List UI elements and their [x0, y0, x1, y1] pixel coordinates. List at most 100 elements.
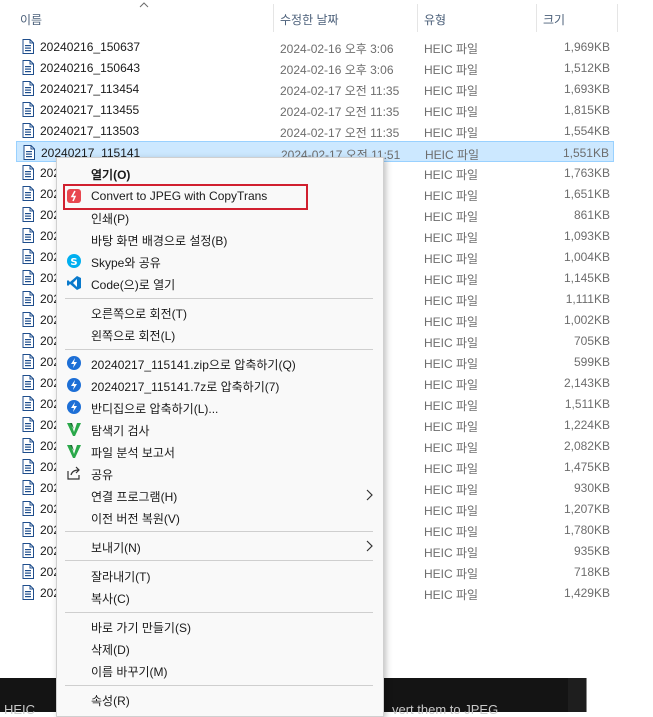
menu-item-label: 삭제(D): [91, 643, 130, 657]
column-divider[interactable]: [617, 4, 618, 32]
file-type: HEIC 파일: [424, 420, 479, 434]
menu-separator: [65, 531, 373, 532]
menu-item-label: 이전 버전 복원(V): [91, 512, 180, 526]
file-type: HEIC 파일: [424, 336, 479, 350]
background-text-left: HEIC: [4, 702, 36, 717]
file-icon: [22, 522, 34, 537]
file-icon: [22, 585, 34, 600]
menu-item-bandizip[interactable]: 반디집으로 압축하기(L)...: [57, 396, 383, 418]
file-row[interactable]: 20240217_113454 2024-02-17 오전 11:35 HEIC 파…: [16, 78, 614, 99]
chevron-right-icon: [366, 489, 373, 501]
bandizip-icon: [67, 378, 81, 392]
file-size: 1,763KB: [563, 166, 610, 180]
file-type: HEIC 파일: [424, 189, 479, 203]
file-size: 1,512KB: [563, 61, 610, 75]
menu-item-label: 파일 분석 보고서: [91, 446, 175, 460]
menu-item-open-with[interactable]: 연결 프로그램(H): [57, 484, 383, 506]
bandizip-icon: [67, 356, 81, 370]
file-date: 2024-02-17 오전 11:35: [280, 126, 400, 140]
menu-item-label: 연결 프로그램(H): [91, 490, 178, 504]
file-icon: [22, 102, 34, 117]
file-icon: [22, 438, 34, 453]
menu-item-rotate-right[interactable]: 오른쪽으로 회전(T): [57, 301, 383, 323]
file-size: 1,815KB: [563, 103, 610, 117]
file-type: HEIC 파일: [424, 546, 479, 560]
sort-ascending-icon: [139, 2, 149, 8]
file-type: HEIC 파일: [424, 126, 479, 140]
file-icon: [22, 249, 34, 264]
menu-item-cut[interactable]: 잘라내기(T): [57, 564, 383, 586]
file-size: 1,002KB: [563, 313, 610, 327]
column-header-date[interactable]: 수정한 날짜: [280, 11, 339, 28]
menu-item-skype-share[interactable]: S Skype와 공유: [57, 250, 383, 272]
file-icon: [22, 186, 34, 201]
menu-item-open[interactable]: 열기(O): [57, 162, 383, 184]
menu-item-zip[interactable]: 20240217_115141.zip으로 압축하기(Q): [57, 352, 383, 374]
menu-separator: [65, 612, 373, 613]
menu-separator: [65, 685, 373, 686]
column-header-name[interactable]: 이름: [20, 11, 42, 28]
file-row[interactable]: 20240217_113503 2024-02-17 오전 11:35 HEIC 파…: [16, 120, 614, 141]
background-panel-inner: [586, 678, 653, 712]
file-type: HEIC 파일: [424, 378, 479, 392]
file-icon: [22, 81, 34, 96]
menu-item-label: 오른쪽으로 회전(T): [91, 307, 187, 321]
file-icon: [22, 291, 34, 306]
column-divider[interactable]: [417, 4, 418, 32]
menu-item-set-wallpaper[interactable]: 바탕 화면 배경으로 설정(B): [57, 228, 383, 250]
file-icon: [22, 39, 34, 54]
menu-item-label: 반디집으로 압축하기(L)...: [91, 402, 219, 416]
file-size: 2,082KB: [563, 439, 610, 453]
file-size: 1,111KB: [565, 292, 610, 306]
menu-item-copy[interactable]: 복사(C): [57, 586, 383, 608]
menu-item-delete[interactable]: 삭제(D): [57, 637, 383, 659]
file-date: 2024-02-17 오전 11:35: [280, 84, 400, 98]
file-type: HEIC 파일: [424, 105, 479, 119]
column-divider[interactable]: [273, 4, 274, 32]
file-size: 1,651KB: [563, 187, 610, 201]
menu-item-7z[interactable]: 20240217_115141.7z로 압축하기(7): [57, 374, 383, 396]
file-type: HEIC 파일: [424, 252, 479, 266]
menu-item-properties[interactable]: 속성(R): [57, 688, 383, 710]
menu-item-analyze[interactable]: 파일 분석 보고서: [57, 440, 383, 462]
menu-item-share[interactable]: 공유: [57, 462, 383, 484]
file-size: 1,475KB: [563, 460, 610, 474]
menu-item-send-to[interactable]: 보내기(N): [57, 535, 383, 557]
file-name: 20240217_113503: [40, 124, 140, 138]
menu-item-label: 바로 가기 만들기(S): [91, 621, 191, 635]
file-icon: [22, 480, 34, 495]
menu-item-open-with-code[interactable]: Code(으)로 열기: [57, 272, 383, 294]
menu-item-rename[interactable]: 이름 바꾸기(M): [57, 659, 383, 681]
file-type: HEIC 파일: [424, 357, 479, 371]
file-icon: [22, 312, 34, 327]
file-type: HEIC 파일: [424, 42, 479, 56]
file-row[interactable]: 20240216_150643 2024-02-16 오후 3:06 HEIC 파일…: [16, 57, 614, 78]
menu-item-scan[interactable]: 탐색기 검사: [57, 418, 383, 440]
column-header-size[interactable]: 크기: [543, 11, 565, 28]
file-type: HEIC 파일: [424, 210, 479, 224]
file-type: HEIC 파일: [424, 588, 479, 602]
menu-item-label: 20240217_115141.7z로 압축하기(7): [91, 380, 280, 394]
file-row[interactable]: 20240217_113455 2024-02-17 오전 11:35 HEIC 파…: [16, 99, 614, 120]
file-row[interactable]: 20240216_150637 2024-02-16 오후 3:06 HEIC 파일…: [16, 36, 614, 57]
menu-item-create-shortcut[interactable]: 바로 가기 만들기(S): [57, 615, 383, 637]
file-name: 20240217_113455: [40, 103, 140, 117]
column-header-type[interactable]: 유형: [424, 11, 446, 28]
file-size: 930KB: [573, 481, 610, 495]
menu-item-rotate-left[interactable]: 왼쪽으로 회전(L): [57, 323, 383, 345]
file-icon: [22, 417, 34, 432]
file-type: HEIC 파일: [424, 525, 479, 539]
file-size: 1,093KB: [563, 229, 610, 243]
column-divider[interactable]: [536, 4, 537, 32]
file-size: 1,004KB: [563, 250, 610, 264]
menu-item-restore[interactable]: 이전 버전 복원(V): [57, 506, 383, 528]
menu-item-label: 바탕 화면 배경으로 설정(B): [91, 234, 228, 248]
menu-item-label: 공유: [91, 468, 114, 482]
v3-shield-icon: [67, 445, 81, 458]
menu-item-label: 왼쪽으로 회전(L): [91, 329, 176, 343]
file-date: 2024-02-17 오전 11:35: [280, 105, 400, 119]
menu-item-label: 잘라내기(T): [91, 570, 151, 584]
file-type: HEIC 파일: [424, 294, 479, 308]
file-type: HEIC 파일: [424, 231, 479, 245]
v3-shield-icon: [67, 423, 81, 436]
